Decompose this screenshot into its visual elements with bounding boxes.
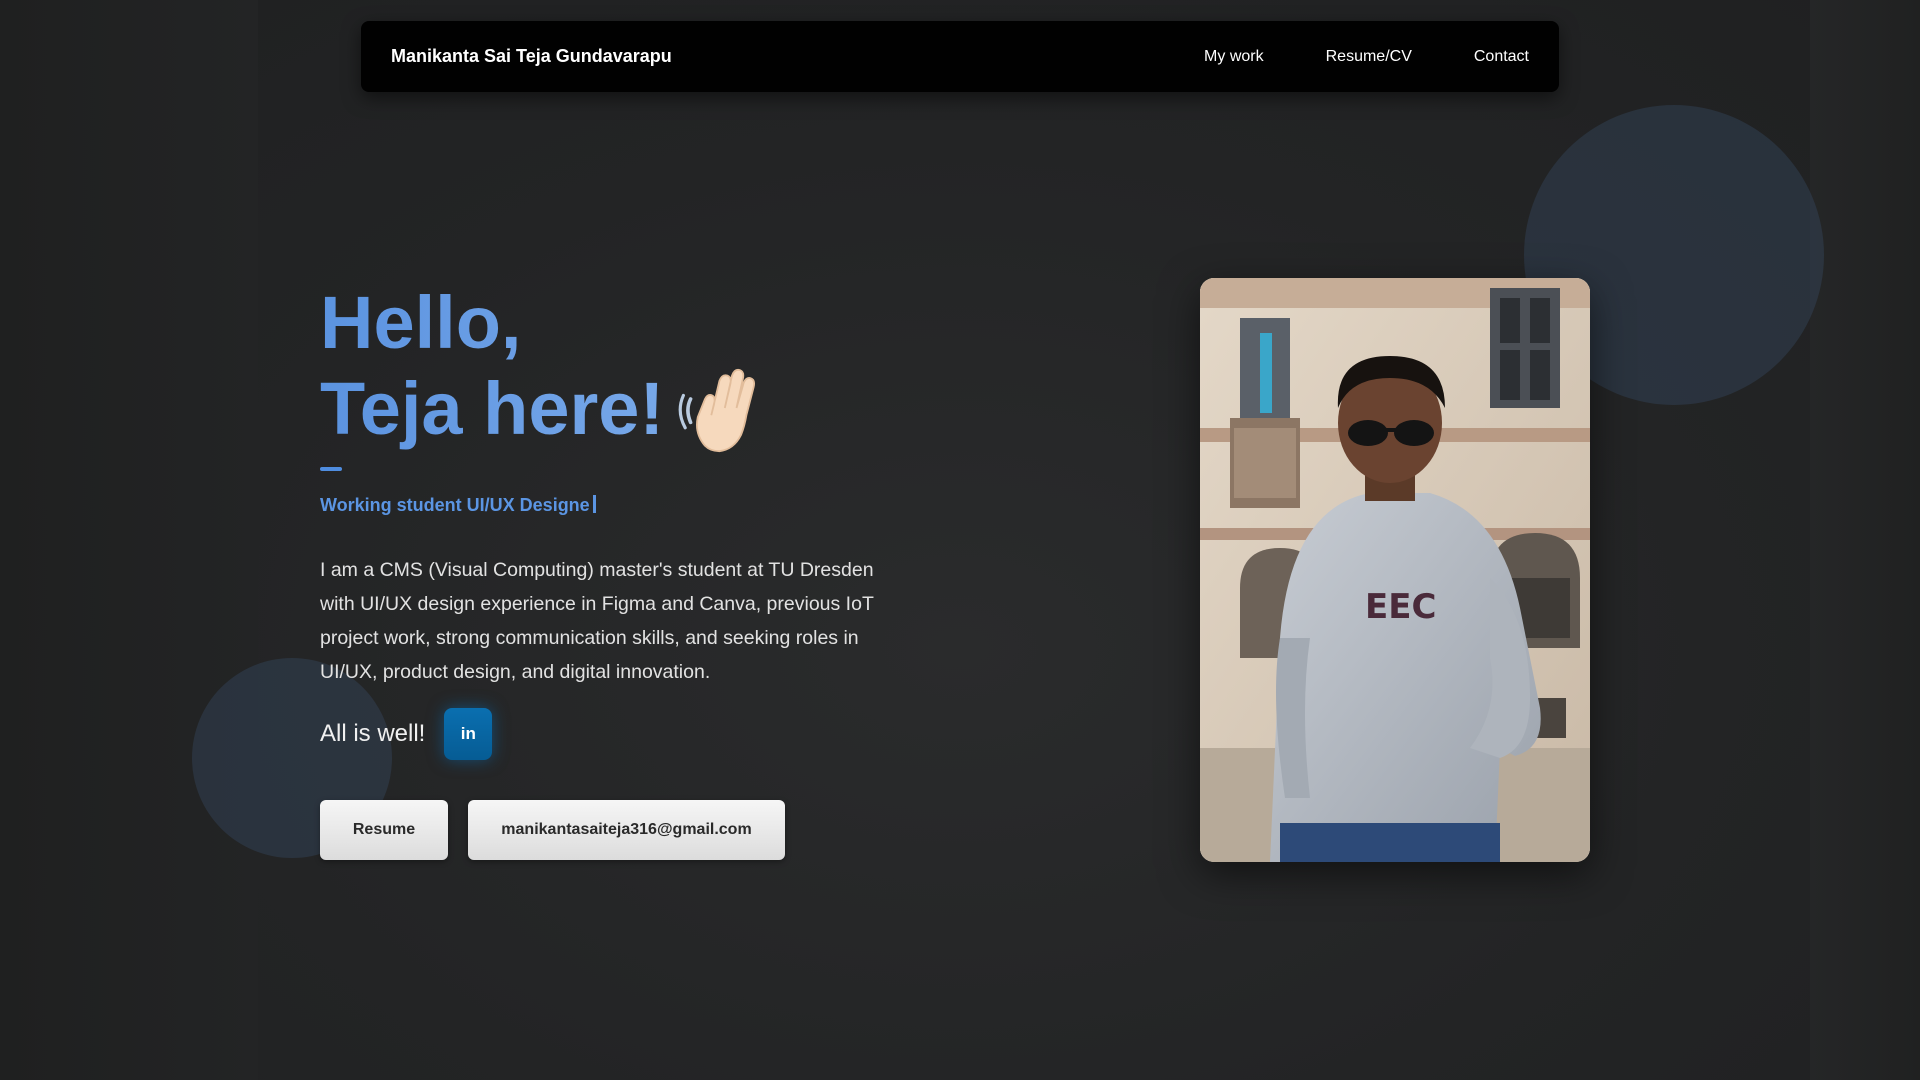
resume-button[interactable]: Resume: [320, 800, 448, 860]
typing-cursor: [592, 495, 596, 514]
profile-photo: EEC: [1200, 278, 1590, 862]
email-button[interactable]: manikantasaiteja316@gmail.com: [468, 800, 785, 860]
background-shade-right: [1810, 0, 1920, 1080]
motto-row: All is well! in: [320, 708, 493, 760]
role-subtitle-text: Working student UI/UX Designe: [320, 495, 590, 516]
profile-photo-illustration: EEC: [1200, 278, 1590, 862]
nav-link-resume-cv[interactable]: Resume/CV: [1326, 48, 1412, 66]
hero-name: Teja here!: [320, 367, 665, 450]
hero-name-line: Teja here!: [320, 366, 920, 459]
portfolio-page: Manikanta Sai Teja Gundavarapu My work R…: [0, 0, 1920, 1080]
role-subtitle: Working student UI/UX Designe: [320, 495, 920, 516]
nav-link-contact[interactable]: Contact: [1474, 48, 1529, 66]
shirt-print: EEC: [1365, 587, 1436, 627]
hero-greeting: Hello,: [320, 281, 522, 364]
top-navbar: Manikanta Sai Teja Gundavarapu My work R…: [361, 21, 1559, 92]
site-brand[interactable]: Manikanta Sai Teja Gundavarapu: [391, 46, 672, 67]
hero-section: Hello, Teja here! Working student UI/UX …: [320, 280, 920, 516]
linkedin-button[interactable]: in: [444, 708, 493, 760]
motto-text: All is well!: [320, 720, 426, 747]
hero-heading: Hello, Teja here!: [320, 280, 920, 459]
nav-links: My work Resume/CV Contact: [1204, 48, 1529, 66]
heading-underline: [320, 467, 342, 472]
action-buttons: Resume manikantasaiteja316@gmail.com: [320, 800, 785, 860]
background-shade-left: [0, 0, 258, 1080]
bio-paragraph: I am a CMS (Visual Computing) master's s…: [320, 559, 874, 683]
waving-hand-icon: [678, 369, 756, 453]
linkedin-icon: in: [460, 724, 476, 743]
nav-link-my-work[interactable]: My work: [1204, 48, 1264, 66]
